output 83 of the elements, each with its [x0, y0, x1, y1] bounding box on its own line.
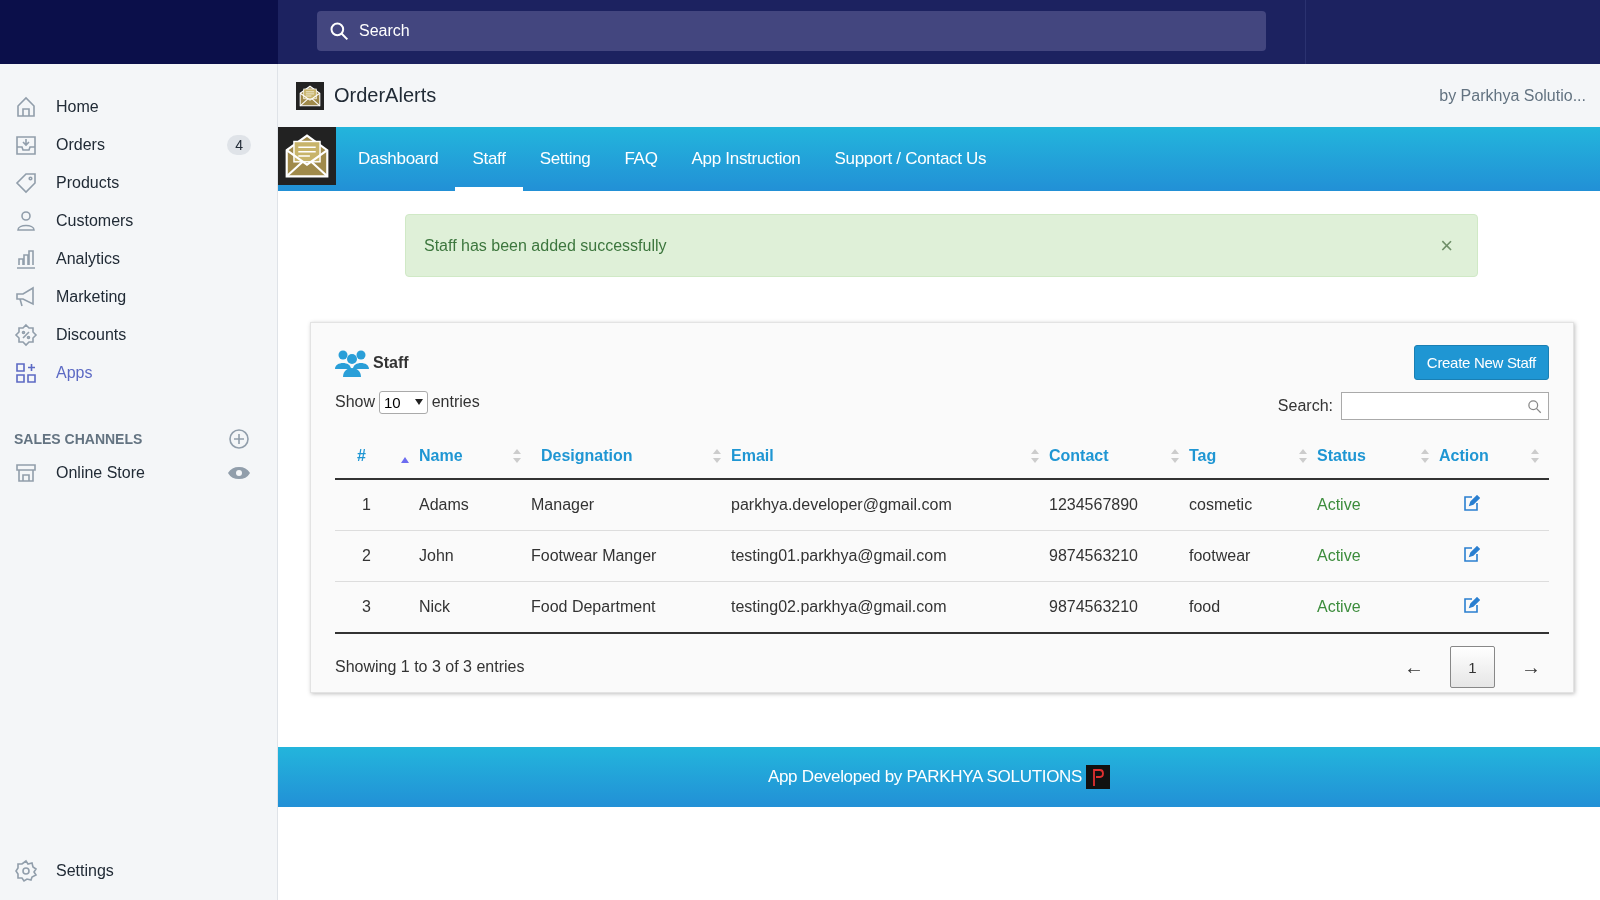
count-badge: 4: [227, 135, 251, 155]
nav-tab[interactable]: FAQ: [607, 127, 675, 191]
add-icon: [227, 427, 251, 451]
table-cell: 3: [362, 598, 371, 615]
nav-tab[interactable]: Staff: [455, 127, 523, 191]
table-cell: 2: [362, 547, 371, 564]
table-cell: Adams: [419, 496, 469, 513]
column-header[interactable]: Status: [1317, 434, 1439, 479]
section-heading: SALES CHANNELS: [14, 431, 143, 447]
column-header[interactable]: Contact: [1049, 434, 1189, 479]
search-icon: [329, 21, 349, 41]
table-cell: food: [1189, 598, 1221, 615]
sidebar-item[interactable]: Online Store: [0, 454, 277, 492]
app-byline: by Parkhya Solutio...: [1439, 86, 1586, 105]
footer-text: App Developed by PARKHYA SOLUTIONS: [767, 767, 1083, 787]
alert-message: Staff has been added successfully: [424, 236, 667, 255]
apps-grid-icon: [14, 361, 38, 385]
percent-badge-icon: [14, 323, 38, 347]
people-icon: [335, 348, 369, 377]
show-label: Show: [335, 393, 376, 411]
edit-icon[interactable]: [1463, 597, 1480, 613]
status-text: Active: [1317, 496, 1361, 513]
sidebar-item[interactable]: Marketing: [0, 278, 277, 316]
entries-label: entries: [431, 393, 480, 411]
table-cell: 9874563210: [1049, 547, 1138, 564]
table-cell: Food Department: [531, 598, 656, 615]
status-text: Active: [1317, 598, 1361, 615]
nav-tab[interactable]: App Instruction: [674, 127, 818, 191]
table-cell: testing01.parkhya@gmail.com: [731, 547, 947, 564]
page-size-select[interactable]: 10: [379, 390, 428, 414]
table-cell: 1: [362, 496, 371, 513]
status-text: Active: [1317, 547, 1361, 564]
sidebar-item[interactable]: Customers: [0, 202, 277, 240]
edit-icon[interactable]: [1463, 546, 1480, 562]
panel-title: Staff: [373, 353, 409, 372]
edit-icon[interactable]: [1463, 495, 1480, 511]
column-header[interactable]: Designation: [531, 434, 731, 479]
next-page-button[interactable]: →: [1513, 655, 1549, 679]
table-search-field[interactable]: [1341, 392, 1549, 420]
p-logo-icon: [1086, 765, 1111, 789]
table-cell: footwear: [1189, 547, 1251, 564]
column-header[interactable]: Email: [731, 434, 1049, 479]
search-icon: [1527, 398, 1542, 414]
table-cell: Nick: [419, 598, 451, 615]
create-staff-button[interactable]: Create New Staff: [1413, 345, 1549, 380]
table-cell: 1234567890: [1049, 496, 1138, 513]
sidebar-item[interactable]: Analytics: [0, 240, 277, 278]
sidebar-item[interactable]: Settings: [0, 852, 277, 890]
caret-icon: [414, 399, 423, 405]
search-field[interactable]: Search: [317, 11, 1266, 51]
column-header[interactable]: Name: [419, 434, 531, 479]
previous-page-button[interactable]: ←: [1396, 655, 1432, 679]
envelope-logo-icon: [296, 81, 324, 110]
app-title: OrderAlerts: [334, 84, 438, 107]
table-cell: testing02.parkhya@gmail.com: [731, 598, 947, 615]
column-header[interactable]: #: [335, 434, 419, 479]
sidebar-item[interactable]: Apps: [0, 354, 277, 392]
nav-tab[interactable]: Dashboard: [341, 127, 456, 191]
table-cell: parkhya.developer@gmail.com: [731, 496, 952, 513]
storefront-icon: [14, 461, 38, 485]
table-cell: cosmetic: [1189, 496, 1253, 513]
sidebar-item[interactable]: Orders 4: [0, 126, 277, 164]
nav-tab[interactable]: Support / Contact Us: [817, 127, 1004, 191]
entries-info: Showing 1 to 3 of 3 entries: [335, 658, 525, 676]
page-button[interactable]: 1: [1450, 646, 1495, 688]
table-cell: Manager: [531, 496, 595, 513]
inbox-icon: [14, 133, 38, 157]
house-icon: [14, 95, 38, 119]
bar-chart-icon: [14, 247, 38, 271]
search-label: Search:: [1277, 397, 1333, 415]
table-cell: 9874563210: [1049, 598, 1138, 615]
table-cell: John: [419, 547, 454, 564]
column-header[interactable]: Action: [1439, 434, 1549, 479]
tag-icon: [14, 171, 38, 195]
nav-tab[interactable]: Setting: [522, 127, 608, 191]
table-cell: Footwear Manger: [531, 547, 657, 564]
sidebar-item[interactable]: Home: [0, 88, 277, 126]
column-header[interactable]: Tag: [1189, 434, 1317, 479]
sidebar-item[interactable]: Discounts: [0, 316, 277, 354]
gear-icon: [14, 859, 38, 883]
sidebar-item[interactable]: Products: [0, 164, 277, 202]
person-icon: [14, 209, 38, 233]
close-button[interactable]: ×: [1434, 231, 1459, 260]
